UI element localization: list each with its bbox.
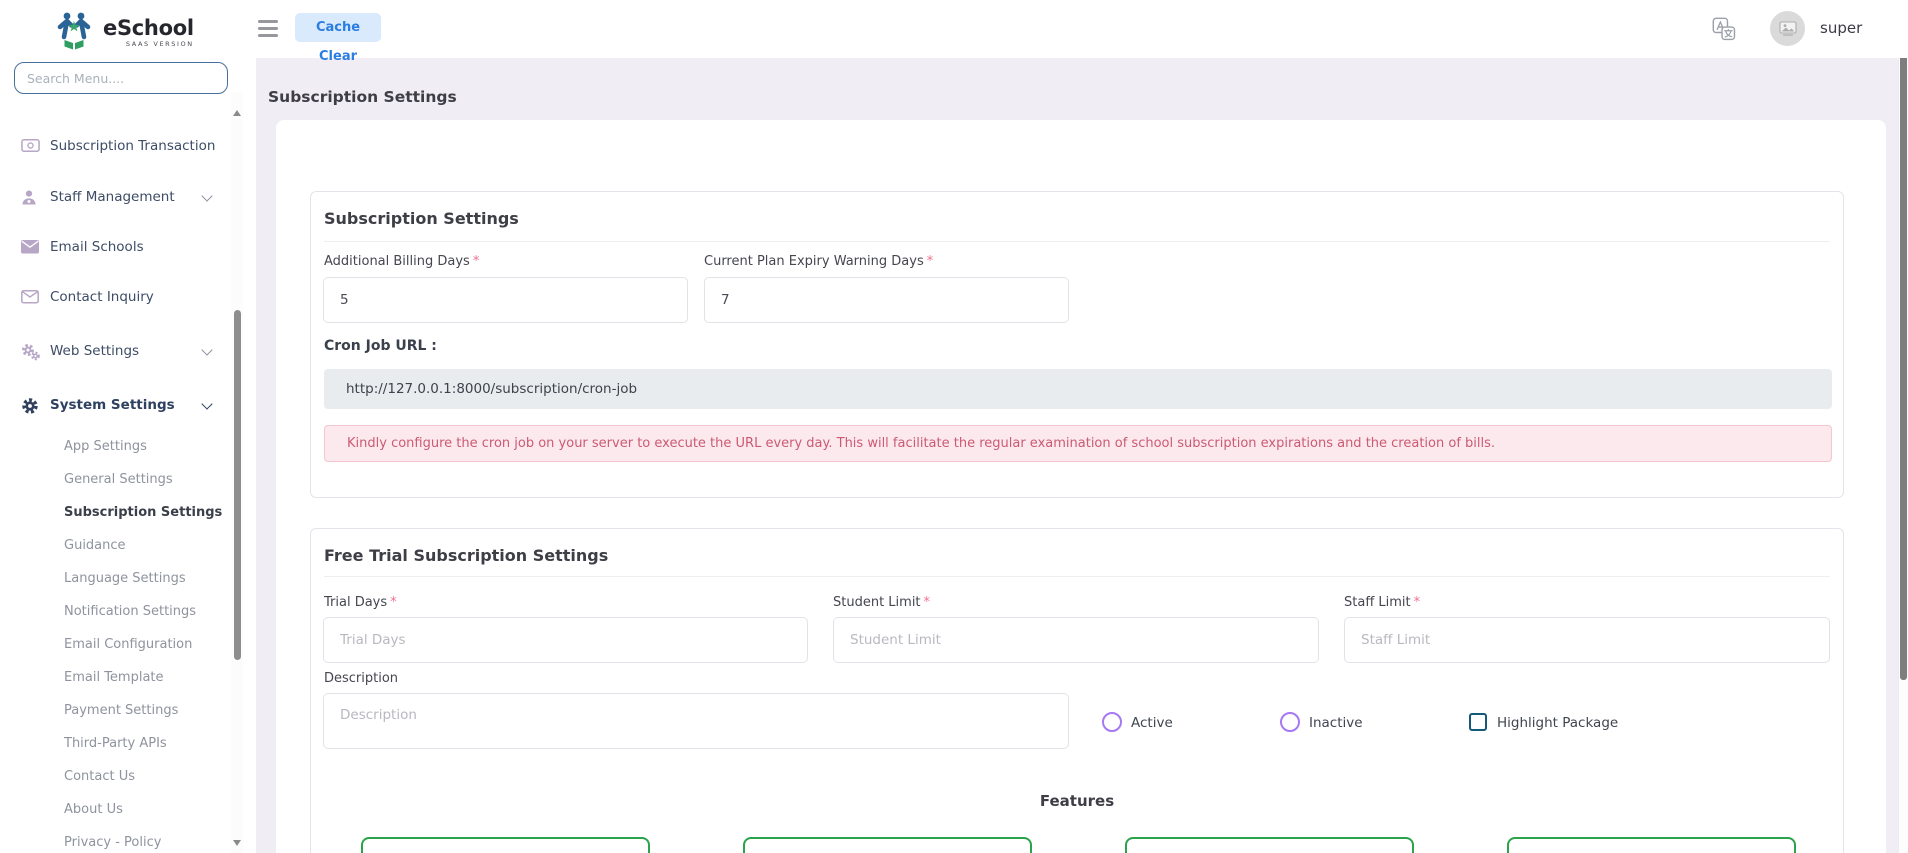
gears-icon <box>21 343 40 361</box>
cache-clear-button[interactable]: Cache Clear <box>295 13 381 42</box>
brand-tagline: SAAS VERSION <box>103 40 194 48</box>
sidebar-item-contact-inquiry[interactable]: Contact Inquiry <box>0 287 246 309</box>
cron-job-url-value[interactable]: http://127.0.0.1:8000/subscription/cron-… <box>324 369 1832 409</box>
feature-box <box>1507 837 1796 853</box>
student-limit-input[interactable] <box>833 617 1319 663</box>
gear-icon <box>21 397 40 415</box>
sidebar-subitem-subscription-settings[interactable]: Subscription Settings <box>64 505 234 525</box>
sidebar-scrollbar-thumb[interactable] <box>234 310 241 660</box>
highlight-package-label[interactable]: Highlight Package <box>1497 715 1618 731</box>
search-input[interactable] <box>14 62 228 94</box>
sidebar-subitem-email-template[interactable]: Email Template <box>64 670 234 690</box>
student-limit-label: Student Limit* <box>833 595 930 610</box>
expiry-warning-days-label: Current Plan Expiry Warning Days* <box>704 254 933 269</box>
sidebar-subitem-privacy-policy[interactable]: Privacy - Policy <box>64 835 234 853</box>
cron-warning-banner: Kindly configure the cron job on your se… <box>324 425 1832 462</box>
free-trial-settings-card: Free Trial Subscription Settings Trial D… <box>310 528 1844 853</box>
feature-box <box>361 837 650 853</box>
cron-job-url-label: Cron Job URL : <box>324 338 437 354</box>
sidebar-item-system-settings[interactable]: System Settings <box>0 395 246 417</box>
inactive-radio-label[interactable]: Inactive <box>1309 715 1363 731</box>
brand-name: eSchool <box>103 17 194 39</box>
divider <box>324 576 1830 577</box>
scroll-up-arrow-icon[interactable] <box>233 110 241 116</box>
sidebar-subitem-contact-us[interactable]: Contact Us <box>64 769 234 789</box>
mail-open-icon <box>21 289 40 307</box>
feature-box <box>743 837 1032 853</box>
sidebar-item-email-schools[interactable]: Email Schools <box>0 237 246 259</box>
inactive-radio[interactable] <box>1280 712 1300 732</box>
sidebar-subitem-notification-settings[interactable]: Notification Settings <box>64 604 234 624</box>
sidebar-item-subscription-transaction[interactable]: Subscription Transaction <box>0 136 246 158</box>
sidebar-subitem-third-party-apis[interactable]: Third-Party APIs <box>64 736 234 756</box>
scroll-down-arrow-icon[interactable] <box>233 840 241 846</box>
feature-box <box>1125 837 1414 853</box>
staff-limit-input[interactable] <box>1344 617 1830 663</box>
active-radio-label[interactable]: Active <box>1131 715 1173 731</box>
chevron-down-icon <box>201 344 212 355</box>
staff-icon <box>21 189 40 207</box>
sidebar-subitem-general-settings[interactable]: General Settings <box>64 472 234 492</box>
sidebar-subitem-payment-settings[interactable]: Payment Settings <box>64 703 234 723</box>
top-bar: eSchool SAAS VERSION Cache Clear super <box>0 0 1908 58</box>
sidebar-item-web-settings[interactable]: Web Settings <box>0 341 246 363</box>
mail-icon <box>21 239 40 257</box>
sidebar-subitem-language-settings[interactable]: Language Settings <box>64 571 234 591</box>
sidebar-subitem-app-settings[interactable]: App Settings <box>64 439 234 459</box>
active-radio[interactable] <box>1102 712 1122 732</box>
banknote-icon <box>21 138 40 156</box>
divider <box>324 241 1830 242</box>
page-title: Subscription Settings <box>268 88 457 106</box>
chevron-down-icon <box>201 190 212 201</box>
trial-days-input[interactable] <box>323 617 808 663</box>
additional-billing-days-label: Additional Billing Days* <box>324 254 479 269</box>
user-avatar[interactable] <box>1770 11 1805 46</box>
description-label: Description <box>324 671 398 686</box>
additional-billing-days-input[interactable] <box>323 277 688 323</box>
card-heading: Subscription Settings <box>324 209 519 228</box>
sidebar-item-staff-management[interactable]: Staff Management <box>0 187 246 209</box>
window-scrollbar-thumb[interactable] <box>1900 10 1907 680</box>
app-root: eSchool SAAS VERSION Cache Clear super <box>0 0 1908 853</box>
features-heading: Features <box>311 792 1843 810</box>
card-heading: Free Trial Subscription Settings <box>324 546 608 565</box>
sidebar: Subscription Transaction Staff Managemen… <box>0 0 256 853</box>
staff-limit-label: Staff Limit* <box>1344 595 1420 610</box>
language-translate-icon[interactable] <box>1712 17 1736 41</box>
brand-logo[interactable]: eSchool SAAS VERSION <box>55 10 194 54</box>
chevron-down-icon <box>201 398 212 409</box>
sidebar-subitem-about-us[interactable]: About Us <box>64 802 234 822</box>
expiry-warning-days-input[interactable] <box>704 277 1069 323</box>
sidebar-subitem-guidance[interactable]: Guidance <box>64 538 234 558</box>
highlight-package-checkbox[interactable] <box>1469 713 1487 731</box>
sidebar-subitem-email-configuration[interactable]: Email Configuration <box>64 637 234 657</box>
eschool-logo-icon <box>55 10 93 54</box>
trial-days-label: Trial Days* <box>324 595 397 610</box>
username-label[interactable]: super <box>1820 19 1862 37</box>
description-textarea[interactable] <box>323 693 1069 749</box>
menu-toggle-icon[interactable] <box>258 16 280 42</box>
subscription-settings-card: Subscription Settings Additional Billing… <box>310 191 1844 498</box>
